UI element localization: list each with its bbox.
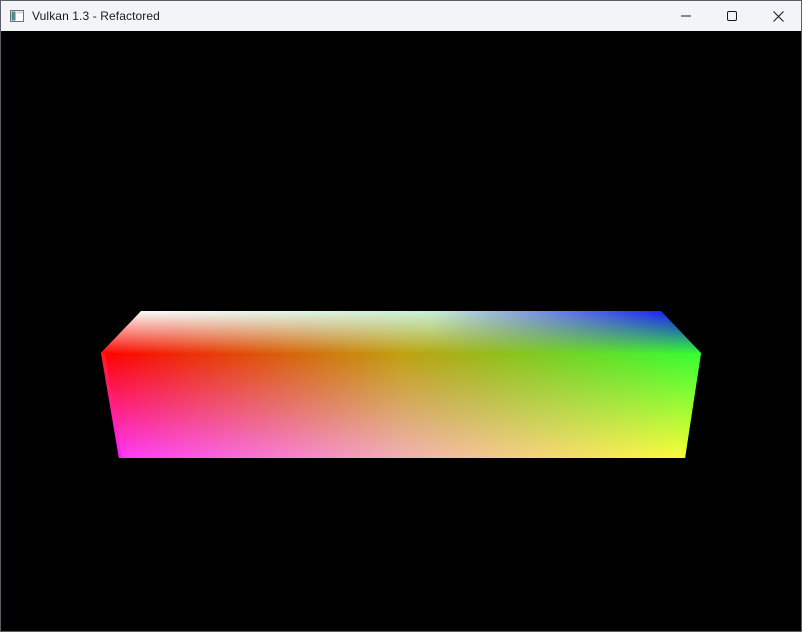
app-window-icon[interactable]	[9, 8, 25, 24]
window-title: Vulkan 1.3 - Refactored	[32, 9, 160, 23]
maximize-button[interactable]	[709, 1, 755, 31]
close-icon	[772, 10, 784, 22]
minimize-button[interactable]	[663, 1, 709, 31]
box-front-face	[101, 353, 701, 458]
maximize-icon	[727, 11, 737, 21]
app-window: Vulkan 1.3 - Refactored	[0, 0, 802, 632]
render-viewport[interactable]	[1, 31, 801, 631]
close-button[interactable]	[755, 1, 801, 31]
title-bar[interactable]: Vulkan 1.3 - Refactored	[1, 1, 801, 31]
window-controls	[663, 1, 801, 31]
minimize-icon	[681, 15, 691, 17]
box-top-face	[101, 311, 701, 353]
scene-canvas	[101, 311, 701, 458]
